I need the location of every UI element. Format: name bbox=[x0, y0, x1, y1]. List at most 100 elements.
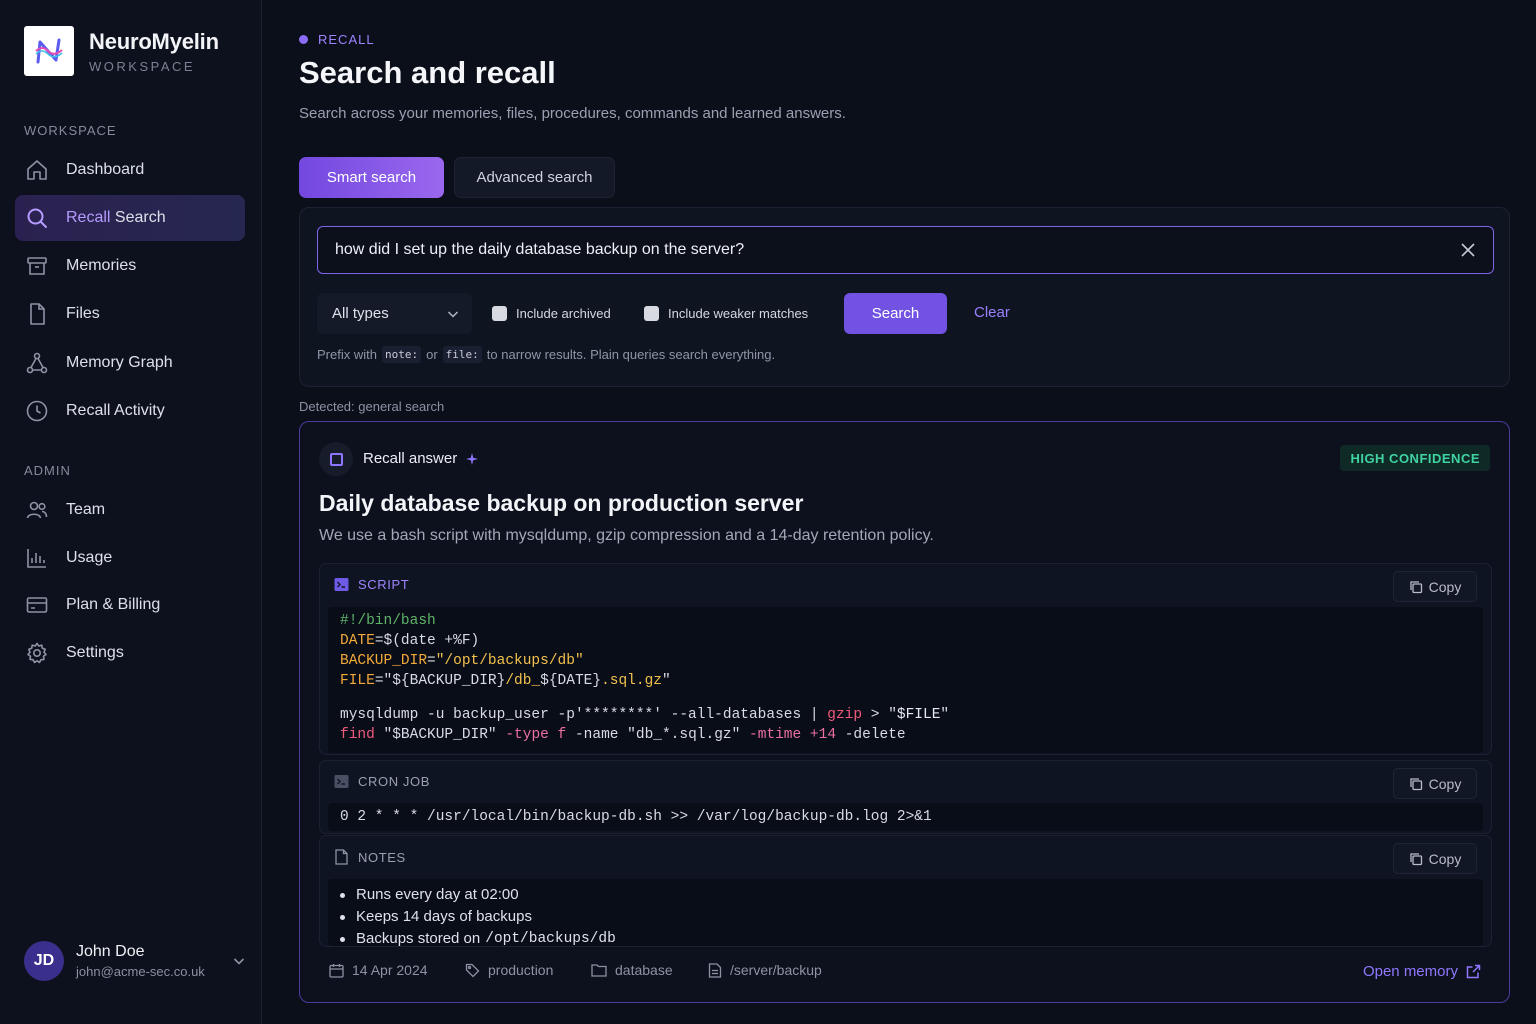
recall-answer-label: Recall answer bbox=[363, 450, 479, 467]
brand-name: NeuroMyelin bbox=[89, 28, 219, 54]
page-subtitle: Search across your memories, files, proc… bbox=[299, 105, 846, 122]
notes-block: NOTES Copy Runs every day at 02:00 Keeps… bbox=[319, 835, 1492, 947]
answer-title: Daily database backup on production serv… bbox=[319, 490, 804, 516]
open-memory-link[interactable]: Open memory bbox=[1363, 963, 1481, 980]
sidebar-item-dashboard[interactable]: Dashboard bbox=[15, 147, 245, 193]
copy-notes-button[interactable]: Copy bbox=[1393, 843, 1477, 874]
sidebar: NeuroMyelin WORKSPACE WORKSPACE Dashboar… bbox=[0, 0, 262, 1024]
search-input[interactable]: how did I set up the daily database back… bbox=[317, 226, 1494, 274]
home-icon bbox=[27, 160, 47, 180]
sidebar-item-label: Recall Search bbox=[66, 209, 166, 226]
notes-block-label: NOTES bbox=[334, 849, 406, 865]
clock-icon bbox=[26, 400, 48, 422]
sidebar-item-label: Recall Activity bbox=[66, 402, 165, 419]
dot-icon bbox=[299, 35, 308, 44]
sidebar-item-label: Plan & Billing bbox=[66, 596, 161, 613]
file-icon bbox=[335, 849, 348, 865]
list-item: Runs every day at 02:00 bbox=[340, 884, 1483, 906]
user-menu[interactable]: JD John Doe john@acme-sec.co.uk bbox=[24, 941, 246, 981]
chevron-down-icon bbox=[447, 311, 459, 318]
answer-icon bbox=[319, 442, 353, 476]
user-name: John Doe bbox=[76, 943, 145, 960]
sidebar-item-team[interactable]: Team bbox=[15, 487, 245, 533]
confidence-badge: HIGH CONFIDENCE bbox=[1340, 445, 1490, 471]
workspace-section-label: WORKSPACE bbox=[24, 123, 117, 138]
type-select[interactable]: All types bbox=[317, 293, 472, 334]
brand[interactable]: NeuroMyelin WORKSPACE bbox=[24, 26, 219, 76]
clear-button[interactable]: Clear bbox=[974, 304, 1010, 321]
sidebar-item-label: Memories bbox=[66, 257, 137, 274]
checkbox-box[interactable] bbox=[644, 306, 659, 321]
tab-advanced-search[interactable]: Advanced search bbox=[454, 157, 615, 198]
sidebar-item-label: Team bbox=[66, 501, 106, 518]
cron-code: 0 2 * * * /usr/local/bin/backup-db.sh >>… bbox=[328, 803, 1483, 831]
recall-answer-card: Recall answer HIGH CONFIDENCE Daily data… bbox=[299, 421, 1510, 1003]
sidebar-item-recall-search[interactable]: Recall Search bbox=[15, 195, 245, 241]
sidebar-item-usage[interactable]: Usage bbox=[15, 535, 245, 581]
logo-icon bbox=[24, 26, 74, 76]
checkbox-box[interactable] bbox=[492, 306, 507, 321]
list-item: Keeps 14 days of backups bbox=[340, 906, 1483, 928]
sparkle-icon bbox=[466, 452, 479, 465]
copy-icon bbox=[1410, 777, 1422, 790]
tab-smart-search[interactable]: Smart search bbox=[299, 157, 444, 198]
sidebar-item-recall-activity[interactable]: Recall Activity bbox=[15, 388, 245, 434]
page-title: Search and recall bbox=[299, 55, 556, 90]
admin-section-label: ADMIN bbox=[24, 463, 71, 478]
detected-mode: Detected: general search bbox=[299, 399, 445, 414]
users-icon bbox=[26, 501, 48, 519]
sidebar-item-label: Settings bbox=[66, 644, 124, 661]
search-panel: how did I set up the daily database back… bbox=[299, 207, 1510, 387]
search-icon bbox=[27, 208, 47, 228]
sidebar-item-files[interactable]: Files bbox=[15, 291, 245, 337]
search-hint: Prefix with note: or file: to narrow results… bbox=[317, 346, 776, 363]
include-archived-checkbox[interactable]: Include archived bbox=[492, 306, 611, 321]
folder-icon bbox=[591, 964, 607, 977]
close-icon[interactable] bbox=[1459, 241, 1477, 259]
cron-block-label: CRON JOB bbox=[334, 774, 430, 789]
sidebar-item-plan-billing[interactable]: Plan & Billing bbox=[15, 582, 245, 628]
copy-script-button[interactable]: Copy bbox=[1393, 571, 1477, 602]
graph-icon bbox=[26, 352, 48, 374]
cron-block: CRON JOB Copy 0 2 * * * /usr/local/bin/b… bbox=[319, 760, 1492, 834]
sidebar-item-memories[interactable]: Memories bbox=[15, 243, 245, 289]
include-weaker-checkbox[interactable]: Include weaker matches bbox=[644, 306, 808, 321]
search-query-text: how did I set up the daily database back… bbox=[335, 241, 745, 258]
external-link-icon bbox=[1466, 964, 1481, 979]
sidebar-item-label: Dashboard bbox=[66, 161, 145, 178]
script-code: #!/bin/bash DATE=$(date +%F) BACKUP_DIR=… bbox=[328, 607, 1483, 753]
answer-description: We use a bash script with mysqldump, gzi… bbox=[319, 527, 934, 544]
avatar: JD bbox=[24, 941, 64, 981]
meta-path[interactable]: /server/backup bbox=[708, 962, 822, 978]
calendar-icon bbox=[329, 963, 344, 978]
meta-date: 14 Apr 2024 bbox=[329, 962, 428, 978]
script-block: SCRIPT Copy #!/bin/bash DATE=$(date +%F)… bbox=[319, 563, 1492, 755]
user-email: john@acme-sec.co.uk bbox=[76, 964, 205, 979]
gear-icon bbox=[27, 642, 47, 664]
sidebar-item-memory-graph[interactable]: Memory Graph bbox=[15, 340, 245, 386]
credit-card-icon bbox=[26, 597, 48, 613]
terminal-icon bbox=[334, 775, 349, 788]
list-item: Backups stored on/opt/backups/db bbox=[340, 928, 1483, 950]
main-content: RECALL Search and recall Search across y… bbox=[262, 0, 1536, 1024]
sidebar-item-label: Memory Graph bbox=[66, 354, 173, 371]
brand-subtitle: WORKSPACE bbox=[89, 58, 196, 74]
script-block-label: SCRIPT bbox=[334, 577, 409, 592]
notes-list: Runs every day at 02:00 Keeps 14 days of… bbox=[328, 879, 1483, 947]
sidebar-item-label: Usage bbox=[66, 549, 113, 566]
chevron-down-icon[interactable] bbox=[232, 954, 246, 968]
bar-chart-icon bbox=[27, 549, 46, 568]
sidebar-item-settings[interactable]: Settings bbox=[15, 630, 245, 676]
tag-icon bbox=[465, 963, 480, 977]
app: NeuroMyelin WORKSPACE WORKSPACE Dashboar… bbox=[0, 0, 1536, 1024]
terminal-icon bbox=[334, 578, 349, 591]
meta-folder[interactable]: database bbox=[591, 962, 673, 978]
file-icon bbox=[30, 303, 45, 325]
document-icon bbox=[708, 962, 722, 978]
copy-cron-button[interactable]: Copy bbox=[1393, 768, 1477, 799]
archive-icon bbox=[27, 257, 47, 275]
copy-icon bbox=[1410, 580, 1422, 593]
page-eyebrow: RECALL bbox=[299, 32, 375, 47]
search-button[interactable]: Search bbox=[844, 293, 947, 334]
meta-tag[interactable]: production bbox=[465, 962, 553, 978]
